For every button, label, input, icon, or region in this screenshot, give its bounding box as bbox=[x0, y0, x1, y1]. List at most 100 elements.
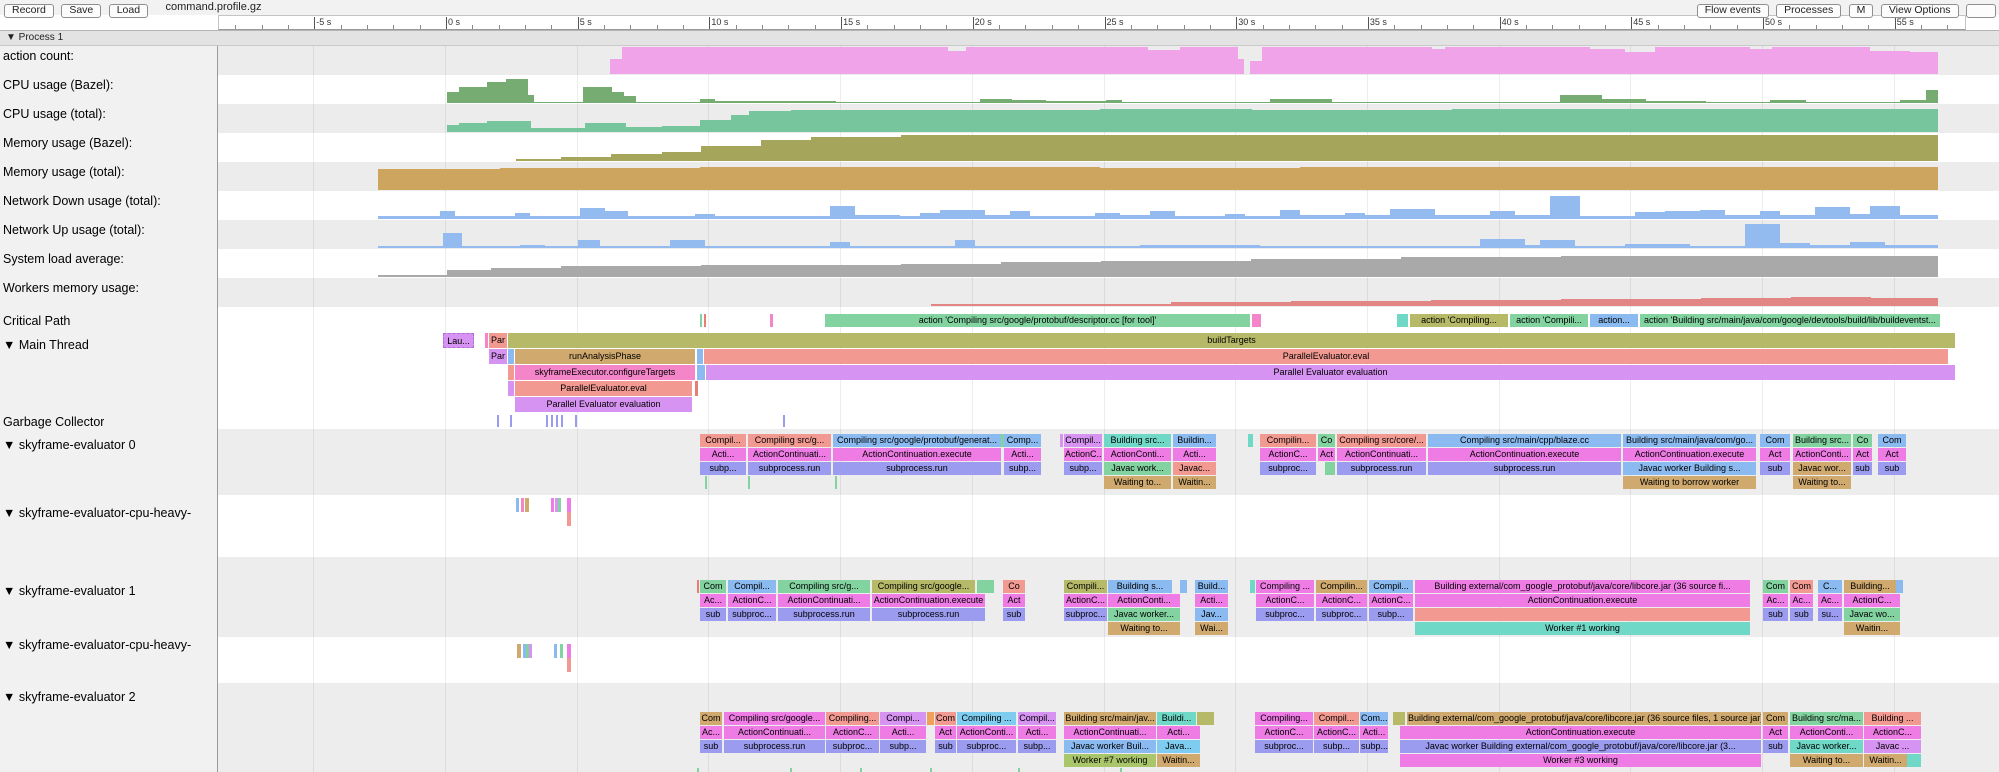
trace-slice[interactable]: subproc... bbox=[957, 740, 1016, 753]
trace-slice[interactable] bbox=[554, 644, 557, 658]
load-button[interactable]: Load bbox=[109, 4, 148, 18]
trace-slice[interactable]: Compiling ... bbox=[1256, 580, 1314, 593]
trace-slice[interactable]: Compiling src/google... bbox=[872, 580, 975, 593]
trace-slice[interactable]: Com bbox=[935, 712, 956, 725]
trace-slice[interactable]: ActionContinuati... bbox=[748, 448, 831, 461]
view-options-button[interactable]: View Options bbox=[1881, 4, 1959, 18]
trace-slice[interactable]: Parallel Evaluator evaluation bbox=[706, 365, 1955, 380]
trace-slice[interactable]: Jav... bbox=[1195, 608, 1228, 621]
track-label-sky0[interactable]: ▼ skyframe-evaluator 0 bbox=[3, 438, 136, 452]
trace-slice[interactable]: Compiling src/core/... bbox=[1337, 434, 1426, 447]
trace-slice[interactable]: Act bbox=[1853, 448, 1872, 461]
trace-slice[interactable]: subp... bbox=[1004, 462, 1041, 475]
trace-slice[interactable]: Com bbox=[700, 712, 722, 725]
trace-slice[interactable]: sub bbox=[1853, 462, 1872, 475]
trace-slice[interactable]: subp... bbox=[1064, 462, 1102, 475]
trace-slice[interactable]: Building src/ma... bbox=[1790, 712, 1863, 725]
trace-slice[interactable] bbox=[700, 314, 702, 327]
trace-slice[interactable]: Compilin... bbox=[1260, 434, 1316, 447]
trace-slice[interactable] bbox=[1325, 462, 1335, 475]
trace-slice[interactable]: sub bbox=[1763, 740, 1788, 753]
trace-slice[interactable]: Compili... bbox=[1064, 580, 1107, 593]
trace-slice[interactable] bbox=[508, 365, 514, 380]
trace-slice[interactable]: Compilin... bbox=[1316, 580, 1367, 593]
trace-slice[interactable]: subproc... bbox=[1316, 608, 1367, 621]
trace-slice[interactable]: Compil... bbox=[700, 434, 746, 447]
trace-slice[interactable] bbox=[567, 658, 571, 672]
process-header[interactable]: ▼ Process 1 bbox=[0, 30, 1999, 46]
trace-slice[interactable]: ActionContinuation.execute bbox=[1428, 448, 1621, 461]
trace-slice[interactable]: Compiling src/g... bbox=[778, 580, 870, 593]
trace-slice[interactable]: ActionC... bbox=[1369, 594, 1413, 607]
trace-slice[interactable]: Java... bbox=[1157, 740, 1200, 753]
trace-slice[interactable]: sub bbox=[1003, 608, 1025, 621]
trace-slice[interactable]: ActionC... bbox=[1260, 448, 1316, 461]
trace-slice[interactable]: subprocess.run bbox=[778, 608, 870, 621]
trace-slice[interactable]: Ac... bbox=[700, 726, 722, 739]
trace-slice[interactable]: Lau... bbox=[443, 333, 474, 348]
trace-slice[interactable]: subprocess.run bbox=[872, 608, 985, 621]
trace-slice[interactable] bbox=[521, 498, 524, 512]
trace-slice[interactable]: Worker #1 working bbox=[1415, 622, 1750, 635]
trace-slice[interactable]: skyframeExecutor.configureTargets bbox=[515, 365, 695, 380]
trace-slice[interactable]: subproc... bbox=[1064, 608, 1107, 621]
trace-slice[interactable]: subp... bbox=[1314, 740, 1359, 753]
trace-slice[interactable]: Com bbox=[1763, 580, 1788, 593]
trace-slice[interactable]: Building external/com_google_protobuf/ja… bbox=[1415, 580, 1750, 593]
trace-slice[interactable]: Worker #3 working bbox=[1400, 754, 1761, 767]
trace-slice[interactable]: ActionC... bbox=[1844, 594, 1900, 607]
trace-slice[interactable]: action 'Compili... bbox=[1510, 314, 1588, 327]
trace-slice[interactable] bbox=[546, 415, 548, 427]
trace-slice[interactable]: ActionContinuation.execute bbox=[872, 594, 985, 607]
trace-slice[interactable]: ActionC... bbox=[1256, 594, 1314, 607]
trace-slice[interactable]: Compil... bbox=[1018, 712, 1056, 725]
trace-slice[interactable] bbox=[1907, 754, 1921, 767]
trace-slice[interactable] bbox=[835, 476, 837, 489]
trace-slice[interactable]: su... bbox=[1818, 608, 1842, 621]
trace-slice[interactable]: runAnalysisPhase bbox=[515, 349, 695, 364]
trace-slice[interactable]: subproc... bbox=[728, 608, 776, 621]
trace-slice[interactable] bbox=[977, 580, 994, 593]
track-label-cpu-heavy-2[interactable]: ▼ skyframe-evaluator-cpu-heavy- bbox=[3, 638, 191, 652]
trace-slice[interactable]: ActionContinuati... bbox=[1064, 726, 1156, 739]
trace-slice[interactable]: subprocess.run bbox=[724, 740, 825, 753]
trace-slice[interactable]: Building external/com_google_protobuf/ja… bbox=[1407, 712, 1761, 725]
trace-slice[interactable]: sub bbox=[935, 740, 956, 753]
trace-slice[interactable] bbox=[697, 349, 703, 364]
trace-slice[interactable]: sub bbox=[700, 608, 726, 621]
trace-slice[interactable]: ActionC... bbox=[1255, 726, 1313, 739]
trace-slice[interactable]: Acti... bbox=[1173, 448, 1216, 461]
trace-slice[interactable]: ActionC... bbox=[728, 594, 776, 607]
trace-slice[interactable]: ActionC... bbox=[1316, 594, 1367, 607]
trace-slice[interactable]: action 'Compiling src/google/protobuf/de… bbox=[825, 314, 1250, 327]
trace-slice[interactable]: sub bbox=[700, 740, 722, 753]
trace-slice[interactable]: ActionC... bbox=[1064, 594, 1107, 607]
flow-events-button[interactable]: Flow events bbox=[1697, 4, 1769, 18]
record-button[interactable]: Record bbox=[4, 4, 54, 18]
trace-slice[interactable]: Compiling... bbox=[1255, 712, 1313, 725]
trace-slice[interactable]: Act bbox=[1760, 448, 1790, 461]
trace-slice[interactable]: ActionC... bbox=[826, 726, 879, 739]
trace-slice[interactable]: subp... bbox=[1369, 608, 1413, 621]
trace-slice[interactable] bbox=[560, 644, 563, 658]
trace-slice[interactable] bbox=[1180, 580, 1187, 593]
trace-slice[interactable]: ActionConti... bbox=[1108, 594, 1180, 607]
trace-slice[interactable] bbox=[561, 415, 563, 427]
trace-slice[interactable] bbox=[567, 512, 571, 526]
trace-slice[interactable]: subp... bbox=[880, 740, 926, 753]
trace-slice[interactable]: ParallelEvaluator.eval bbox=[704, 349, 1948, 364]
trace-slice[interactable]: Parallel Evaluator evaluation bbox=[515, 397, 692, 412]
trace-slice[interactable]: ActionContinuati... bbox=[1337, 448, 1426, 461]
trace-slice[interactable]: subproc... bbox=[1256, 608, 1314, 621]
trace-slice[interactable] bbox=[1397, 314, 1408, 327]
trace-slice[interactable]: Building ... bbox=[1864, 712, 1921, 725]
trace-slice[interactable]: Act bbox=[1003, 594, 1025, 607]
trace-slice[interactable]: Waiting to... bbox=[1790, 754, 1863, 767]
trace-slice[interactable]: Building src... bbox=[1793, 434, 1851, 447]
trace-slice[interactable] bbox=[516, 498, 519, 512]
trace-slice[interactable]: Javac wo... bbox=[1844, 608, 1900, 621]
trace-slice[interactable]: Buildin... bbox=[1173, 434, 1216, 447]
trace-slice[interactable]: ActionC... bbox=[1864, 726, 1921, 739]
trace-slice[interactable] bbox=[770, 314, 773, 327]
metadata-button[interactable]: M bbox=[1849, 4, 1874, 18]
